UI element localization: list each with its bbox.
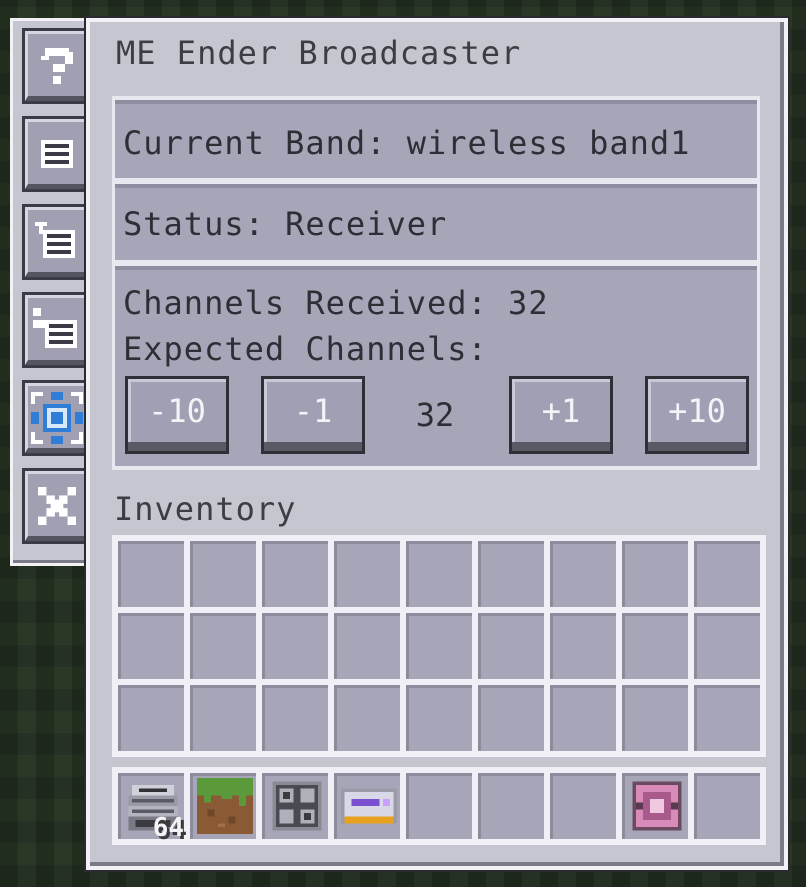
inventory-slot[interactable] [334, 541, 400, 607]
list-tree-button[interactable] [22, 292, 92, 368]
inventory-slot[interactable] [550, 613, 616, 679]
inventory-slot[interactable] [118, 613, 184, 679]
hotbar-slot[interactable] [478, 773, 544, 839]
plus-10-button[interactable]: +10 [645, 376, 749, 454]
hotbar-slot[interactable] [406, 773, 472, 839]
inventory-slot[interactable] [118, 541, 184, 607]
inventory-slot[interactable] [550, 685, 616, 751]
inventory-slot[interactable] [334, 685, 400, 751]
inventory-slot[interactable] [694, 541, 760, 607]
current-band-text: Current Band: wireless band1 [115, 100, 757, 178]
inventory-slot[interactable] [262, 541, 328, 607]
inventory-slot[interactable] [622, 541, 688, 607]
inventory-slot[interactable] [694, 685, 760, 751]
list-tree-icon [33, 308, 77, 348]
hotbar: 64 [112, 767, 766, 845]
list-icon [41, 140, 73, 168]
list-view-button[interactable] [22, 116, 92, 192]
inventory-slot[interactable] [478, 613, 544, 679]
hotbar-slot[interactable] [550, 773, 616, 839]
close-icon [38, 487, 76, 525]
minus-10-button[interactable]: -10 [125, 376, 229, 454]
me-chest-icon [272, 781, 322, 831]
hotbar-slot[interactable] [694, 773, 760, 839]
inventory-slot[interactable] [478, 541, 544, 607]
inventory-slot[interactable] [406, 685, 472, 751]
hotbar-slot[interactable] [622, 773, 688, 839]
hotbar-slot[interactable]: 64 [118, 773, 184, 843]
stack-count: 64 [152, 813, 184, 843]
hotbar-slot[interactable] [334, 773, 400, 839]
close-button[interactable] [22, 468, 92, 544]
hotbar-slot[interactable] [190, 773, 256, 839]
grass-block-icon [197, 778, 253, 834]
inventory-grid [112, 535, 766, 757]
inventory-label: Inventory [114, 490, 297, 528]
channels-received-text: Channels Received: 32 [123, 284, 549, 322]
inventory-slot[interactable] [118, 685, 184, 751]
inventory-slot[interactable] [406, 613, 472, 679]
inventory-slot[interactable] [334, 613, 400, 679]
inventory-slot[interactable] [190, 541, 256, 607]
inventory-slot[interactable] [262, 685, 328, 751]
list-add-button[interactable] [22, 204, 92, 280]
inventory-slot[interactable] [622, 685, 688, 751]
inventory-slot[interactable] [190, 685, 256, 751]
minus-1-button[interactable]: -1 [261, 376, 365, 454]
inventory-slot[interactable] [190, 613, 256, 679]
inventory-slot[interactable] [622, 613, 688, 679]
quantum-link-icon [632, 781, 682, 831]
priority-button[interactable] [22, 380, 92, 456]
me-terminal-icon [341, 788, 397, 824]
hotbar-slot[interactable] [262, 773, 328, 839]
inventory-slot[interactable] [550, 541, 616, 607]
inventory-slot[interactable] [262, 613, 328, 679]
status-text: Status: Receiver [115, 184, 757, 260]
list-add-icon [35, 222, 75, 258]
inventory-slot[interactable] [694, 613, 760, 679]
plus-1-button[interactable]: +1 [509, 376, 613, 454]
inventory-slot[interactable] [478, 685, 544, 751]
priority-icon [31, 392, 83, 444]
help-button[interactable] [22, 28, 92, 104]
inventory-slot[interactable] [406, 541, 472, 607]
expected-channels-value: 32 [415, 396, 455, 434]
help-icon [41, 48, 73, 84]
window-title: ME Ender Broadcaster [116, 34, 522, 72]
expected-channels-label: Expected Channels: [123, 330, 488, 368]
